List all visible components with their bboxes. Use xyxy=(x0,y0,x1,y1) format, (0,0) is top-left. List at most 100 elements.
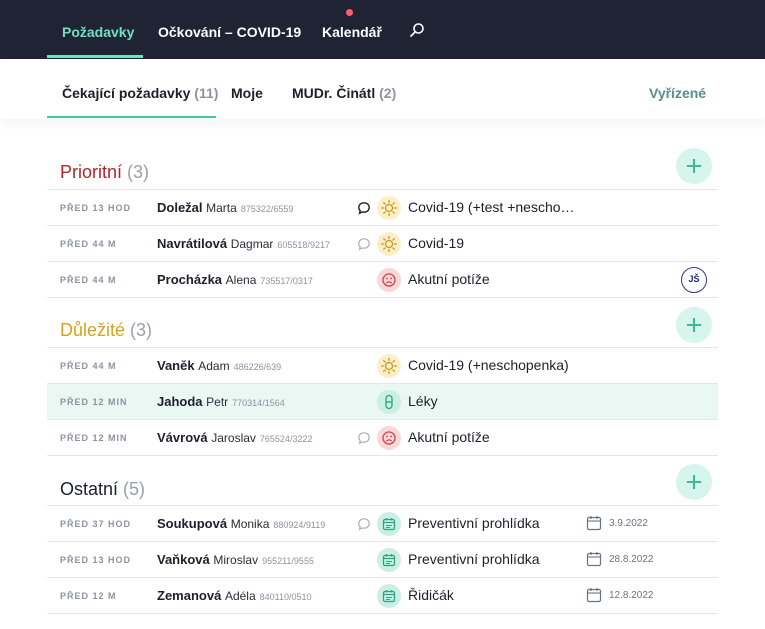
patient-last-name: Doležal xyxy=(157,200,203,215)
appointment-date: 28.8.2022 xyxy=(609,554,654,565)
tab-cekajici[interactable]: Čekající požadavky (11) xyxy=(62,85,218,101)
patient-first-name: Marta xyxy=(206,201,237,215)
nav-ockovani[interactable]: Očkování – COVID-19 xyxy=(158,24,301,40)
request-time: PŘED 12 M xyxy=(60,591,117,601)
request-row[interactable]: PŘED 13 HOD Vaňková Miroslav 955211/9555 Pr… xyxy=(47,542,718,578)
patient-id: 735517/0317 xyxy=(260,276,313,286)
section-title: Prioritní (3) xyxy=(60,162,149,183)
tab-vyrizene[interactable]: Vyřízené xyxy=(649,85,706,101)
section-title-text: Důležité xyxy=(60,320,126,340)
request-type: Covid-19 (+test +nescho… xyxy=(408,199,575,215)
patient-first-name: Adam xyxy=(198,359,230,373)
request-row[interactable]: PŘED 37 HOD Soukupová Monika 880924/9119 Pr… xyxy=(47,506,718,542)
patient-name: Vávrová Jaroslav 765524/3222 xyxy=(157,430,312,445)
section-title-text: Ostatní xyxy=(60,479,119,499)
patient-id: 955211/9555 xyxy=(262,556,314,566)
patient-last-name: Soukupová xyxy=(157,516,228,531)
patient-last-name: Jahoda xyxy=(157,394,203,409)
patient-first-name: Monika xyxy=(230,517,270,531)
request-tabs: Čekající požadavky (11) Moje MUDr. Činát… xyxy=(0,59,765,119)
request-time: PŘED 44 M xyxy=(60,239,117,249)
pill-icon xyxy=(377,390,401,414)
request-time: PŘED 13 HOD xyxy=(60,555,132,565)
request-row[interactable]: PŘED 44 M Navrátilová Dagmar 605518/9217 Co… xyxy=(47,226,718,262)
request-row[interactable]: PŘED 44 M Procházka Alena 735517/0317 Akutn… xyxy=(47,262,718,298)
tab-moje[interactable]: Moje xyxy=(231,85,263,101)
message-icon[interactable] xyxy=(357,237,371,251)
assignee-avatar[interactable]: JŠ xyxy=(681,267,707,293)
nav-kalendar[interactable]: Kalendář xyxy=(322,24,382,40)
request-row[interactable]: PŘED 44 M Vaněk Adam 486226/639 Covid-19 (+… xyxy=(47,348,718,384)
request-type: Akutní potíže xyxy=(408,271,490,287)
request-type: Covid-19 (+neschopenka) xyxy=(408,357,569,373)
sun-icon xyxy=(377,196,401,220)
section-title-text: Prioritní xyxy=(60,162,123,182)
nav-active-underline xyxy=(47,55,143,58)
calendar-check-icon xyxy=(377,512,401,536)
patient-id: 880924/9119 xyxy=(273,520,326,530)
request-type: Preventivní prohlídka xyxy=(408,551,540,567)
patient-name: Vaněk Adam 486226/639 xyxy=(157,358,281,373)
patient-id: 605518/9217 xyxy=(277,240,330,250)
patient-name: Soukupová Monika 880924/9119 xyxy=(157,516,325,531)
calendar-icon xyxy=(586,551,602,567)
request-type: Akutní potíže xyxy=(408,429,490,445)
patient-last-name: Navrátilová xyxy=(157,236,228,251)
request-type: Léky xyxy=(408,393,438,409)
request-time: PŘED 12 MIN xyxy=(60,433,128,443)
section-title: Důležité (3) xyxy=(60,320,152,341)
add-request-button[interactable] xyxy=(676,148,712,184)
top-navigation: Požadavky Očkování – COVID-19 Kalendář xyxy=(0,0,765,59)
sad-face-icon xyxy=(377,268,401,292)
sun-icon xyxy=(377,232,401,256)
patient-last-name: Vávrová xyxy=(157,430,208,445)
request-row[interactable]: PŘED 12 MIN Jahoda Petr 770314/1564 Léky xyxy=(47,384,718,420)
notification-dot xyxy=(346,9,353,16)
message-icon[interactable] xyxy=(357,517,371,531)
calendar-check-icon xyxy=(377,548,401,572)
patient-first-name: Miroslav xyxy=(213,553,259,567)
patient-id: 875322/6559 xyxy=(240,204,294,214)
message-icon[interactable] xyxy=(357,201,371,215)
search-icon[interactable] xyxy=(409,22,425,38)
calendar-icon xyxy=(586,515,602,531)
sun-icon xyxy=(377,354,401,378)
request-row[interactable]: PŘED 12 MIN Vávrová Jaroslav 765524/3222 Ak… xyxy=(47,420,718,456)
request-time: PŘED 37 HOD xyxy=(60,519,132,529)
request-row[interactable]: PŘED 12 M Zemanová Adéla 840110/0510 Řidičá… xyxy=(47,578,718,614)
request-type: Preventivní prohlídka xyxy=(408,515,540,531)
nav-pozadavky[interactable]: Požadavky xyxy=(62,24,134,40)
section-count: (3) xyxy=(127,162,150,182)
patient-first-name: Dagmar xyxy=(230,237,274,251)
add-request-button[interactable] xyxy=(676,464,712,500)
patient-id: 840110/0510 xyxy=(259,592,312,602)
message-icon[interactable] xyxy=(357,431,371,445)
tab-mudr-cinatl[interactable]: MUDr. Činátl (2) xyxy=(292,85,396,101)
section-count: (3) xyxy=(130,320,153,340)
patient-name: Navrátilová Dagmar 605518/9217 xyxy=(157,236,330,251)
patient-first-name: Alena xyxy=(225,273,257,287)
patient-name: Procházka Alena 735517/0317 xyxy=(157,272,313,287)
patient-last-name: Vaněk xyxy=(157,358,195,373)
sad-face-icon xyxy=(377,426,401,450)
add-request-button[interactable] xyxy=(676,307,712,343)
appointment-date: 12.8.2022 xyxy=(609,590,654,601)
patient-id: 770314/1564 xyxy=(232,398,285,408)
patient-last-name: Zemanová xyxy=(157,588,222,603)
appointment-date: 3.9.2022 xyxy=(609,518,648,529)
patient-first-name: Jaroslav xyxy=(211,431,256,445)
request-time: PŘED 44 M xyxy=(60,361,117,371)
calendar-check-icon xyxy=(377,584,401,608)
patient-last-name: Vaňková xyxy=(157,552,210,567)
patient-name: Zemanová Adéla 840110/0510 xyxy=(157,588,312,603)
request-type: Řidičák xyxy=(408,587,454,603)
patient-name: Doležal Marta 875322/6559 xyxy=(157,200,293,215)
request-type: Covid-19 xyxy=(408,235,465,251)
patient-id: 486226/639 xyxy=(233,362,282,372)
calendar-icon xyxy=(586,587,602,603)
request-time: PŘED 12 MIN xyxy=(60,397,128,407)
patient-name: Vaňková Miroslav 955211/9555 xyxy=(157,552,314,567)
request-time: PŘED 44 M xyxy=(60,275,117,285)
request-time: PŘED 13 HOD xyxy=(60,203,132,213)
request-row[interactable]: PŘED 13 HOD Doležal Marta 875322/6559 Covid… xyxy=(47,190,718,226)
